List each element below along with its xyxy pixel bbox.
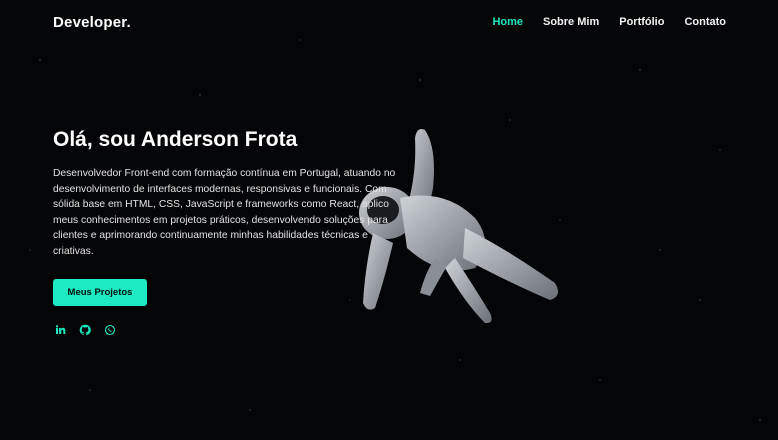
linkedin-icon[interactable] xyxy=(53,323,66,336)
logo[interactable]: Developer. xyxy=(53,14,131,31)
meus-projetos-button[interactable]: Meus Projetos xyxy=(53,279,147,306)
hero-section: Olá, sou Anderson Frota Desenvolvedor Fr… xyxy=(53,128,398,336)
site-header: Developer. Home Sobre Mim Portfólio Cont… xyxy=(0,0,778,44)
main-nav: Home Sobre Mim Portfólio Contato xyxy=(492,16,726,28)
nav-sobre-mim[interactable]: Sobre Mim xyxy=(543,16,599,28)
nav-contato[interactable]: Contato xyxy=(684,16,726,28)
github-icon[interactable] xyxy=(78,323,91,336)
nav-portfolio[interactable]: Portfólio xyxy=(619,16,664,28)
hero-description: Desenvolvedor Front-end com formação con… xyxy=(53,168,396,257)
nav-home[interactable]: Home xyxy=(492,16,523,28)
whatsapp-icon[interactable] xyxy=(103,323,116,336)
social-links xyxy=(53,323,398,336)
hero-title: Olá, sou Anderson Frota xyxy=(53,128,298,151)
